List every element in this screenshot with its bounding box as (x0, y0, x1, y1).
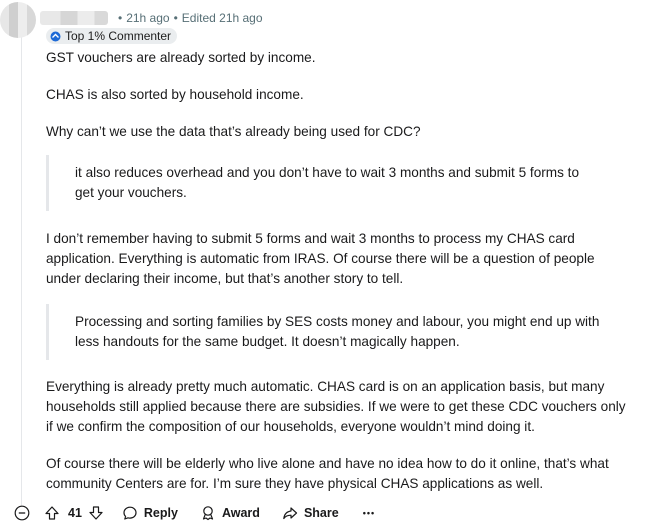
separator-dot: • (118, 11, 123, 25)
quote-1-line-1: it also reduces overhead and you don’t h… (75, 165, 580, 180)
paragraph-3: Why can’t we use the data that’s already… (46, 124, 421, 139)
paragraph-5-line-2: households still applied because there a… (46, 399, 626, 414)
flair-icon (50, 31, 61, 42)
more-options-icon: ••• (362, 508, 376, 518)
paragraph-6-line-1: Of course there will be elderly who live… (46, 456, 609, 471)
thread-line (21, 30, 22, 508)
comment-header: • 21h ago • Edited 21h ago (40, 8, 263, 28)
share-icon (283, 507, 298, 520)
username-redacted[interactable] (40, 11, 108, 25)
blockquote-2: Processing and sorting families by SES c… (46, 304, 629, 360)
reply-button[interactable]: Reply (122, 505, 178, 521)
reply-icon (123, 506, 137, 520)
share-button[interactable]: Share (282, 505, 339, 521)
separator-dot: • (173, 11, 178, 25)
time-ago[interactable]: 21h ago (126, 11, 169, 25)
flair-label: Top 1% Commenter (65, 29, 172, 43)
upvote-icon (45, 506, 59, 520)
collapse-button[interactable] (14, 505, 30, 521)
comment-actions: 41 Reply Award Share ••• (14, 502, 375, 524)
user-flair: Top 1% Commenter (46, 28, 178, 44)
reply-label: Reply (143, 506, 178, 520)
blockquote-1: it also reduces overhead and you don’t h… (46, 155, 629, 211)
award-label: Award (221, 506, 260, 520)
vote-count: 41 (68, 506, 82, 520)
paragraph-4-line-3: under declaring their income, but that’s… (46, 271, 404, 286)
quote-2-line-2: less handouts for the same budget. It do… (75, 334, 460, 349)
award-button[interactable]: Award (200, 505, 260, 521)
downvote-icon (89, 506, 103, 520)
paragraph-2: CHAS is also sorted by household income. (46, 87, 304, 102)
paragraph-6-line-2: community Centers are for. I’m sure they… (46, 476, 544, 491)
paragraph-4-line-2: application. Everything is automatic fro… (46, 251, 595, 266)
paragraph-5-line-1: Everything is already pretty much automa… (46, 379, 605, 394)
more-options-button[interactable]: ••• (363, 508, 375, 518)
upvote-button[interactable] (44, 505, 60, 521)
downvote-button[interactable] (88, 505, 104, 521)
award-icon (202, 506, 214, 521)
paragraph-1: GST vouchers are already sorted by incom… (46, 50, 316, 65)
avatar[interactable] (0, 2, 36, 38)
share-label: Share (303, 506, 339, 520)
quote-1-line-2: get your vouchers. (75, 185, 187, 200)
collapse-icon (14, 505, 30, 521)
paragraph-5-line-3: if we confirm the composition of our hou… (46, 419, 535, 434)
quote-2-line-1: Processing and sorting families by SES c… (75, 314, 600, 329)
edited-label: Edited 21h ago (181, 11, 263, 25)
paragraph-4-line-1: I don’t remember having to submit 5 form… (46, 231, 575, 246)
